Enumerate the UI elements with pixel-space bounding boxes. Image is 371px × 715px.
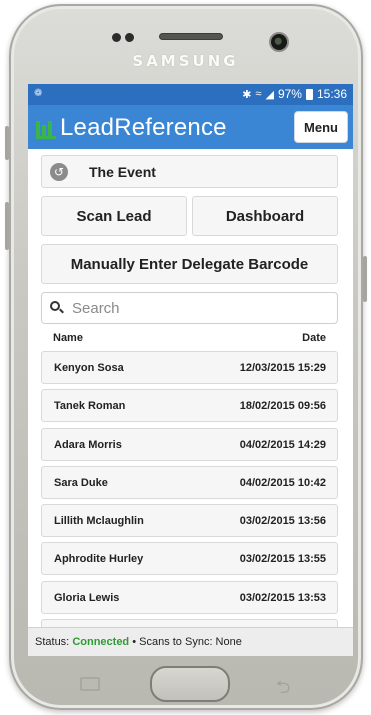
column-header-name: Name [53, 332, 83, 344]
lead-name: Aphrodite Hurley [54, 553, 144, 566]
battery-percent: 97% [277, 87, 302, 101]
lead-date: 18/02/2015 09:56 [239, 400, 326, 413]
logo-icon [36, 117, 56, 139]
list-item[interactable]: Adara Morris 04/02/2015 14:29 [41, 427, 338, 461]
clock: 15:36 [316, 87, 347, 101]
manual-barcode-button[interactable]: Manually Enter Delegate Barcode [41, 244, 338, 284]
lead-date: 03/02/2015 13:56 [239, 515, 326, 528]
search-box[interactable] [41, 292, 338, 324]
list-item[interactable]: Kenyon Sosa 12/03/2015 15:29 [41, 351, 338, 384]
lead-name: Adara Morris [54, 438, 122, 451]
lead-date: 03/02/2015 13:55 [239, 553, 326, 566]
connection-status: Connected [72, 636, 130, 648]
lead-name: Tanek Roman [54, 400, 126, 413]
column-header-date: Date [302, 332, 326, 344]
lead-list: Kenyon Sosa 12/03/2015 15:29 Tanek Roman… [41, 351, 338, 656]
search-input[interactable] [72, 299, 322, 317]
lead-name: Lillith Mclaughlin [54, 515, 144, 528]
status-label: Status: [35, 636, 70, 648]
lead-date: 03/02/2015 13:53 [239, 591, 326, 604]
app-bar: LeadReference Menu [28, 105, 353, 149]
home-button[interactable] [150, 666, 230, 702]
list-item[interactable]: Tanek Roman 18/02/2015 09:56 [41, 389, 338, 423]
device-brand: SAMSUNG [132, 52, 239, 70]
lead-name: Sara Duke [54, 476, 108, 489]
earpiece-speaker [159, 33, 223, 40]
main-content: ↺ The Event Scan Lead Dashboard Manually… [28, 149, 353, 653]
dashboard-button[interactable]: Dashboard [192, 196, 338, 236]
lead-date: 04/02/2015 10:42 [239, 476, 326, 489]
volume-button [5, 126, 9, 160]
list-item[interactable]: Lillith Mclaughlin 03/02/2015 13:56 [41, 504, 338, 538]
event-selector[interactable]: ↺ The Event [41, 155, 338, 188]
power-button [363, 256, 367, 302]
status-bar: ❁ ✱ ≈ ◢ 97% 15:36 [28, 84, 353, 105]
list-item[interactable]: Sara Duke 04/02/2015 10:42 [41, 465, 338, 499]
volume-button [5, 202, 9, 250]
wifi-icon: ≈ [255, 88, 262, 100]
light-sensor [125, 33, 134, 42]
app-title: LeadReference [60, 114, 227, 141]
search-icon [50, 301, 64, 315]
signal-icon: ◢ [265, 88, 274, 101]
front-camera-icon [269, 32, 289, 52]
status-icons: ✱ ≈ ◢ 97% 15:36 [242, 87, 347, 101]
notification-icon: ❁ [34, 88, 43, 99]
lead-name: Gloria Lewis [54, 591, 120, 604]
lead-name: Kenyon Sosa [54, 362, 124, 374]
sync-status: • Scans to Sync: None [132, 636, 242, 648]
status-footer: Status: Connected • Scans to Sync: None [28, 627, 353, 656]
back-arrow-icon[interactable]: ↺ [50, 162, 68, 181]
bluetooth-icon: ✱ [242, 88, 252, 101]
list-item[interactable]: Gloria Lewis 03/02/2015 13:53 [41, 580, 338, 614]
list-item[interactable]: Aphrodite Hurley 03/02/2015 13:55 [41, 542, 338, 576]
lead-date: 12/03/2015 15:29 [239, 362, 326, 374]
event-title: The Event [89, 163, 156, 180]
lead-date: 04/02/2015 14:29 [239, 438, 326, 451]
menu-button[interactable]: Menu [294, 111, 348, 143]
scan-lead-button[interactable]: Scan Lead [41, 196, 187, 236]
battery-icon [305, 88, 313, 100]
back-icon[interactable]: ⮌ [276, 675, 290, 705]
recent-apps-icon[interactable] [80, 677, 100, 691]
screen: ❁ ✱ ≈ ◢ 97% 15:36 LeadReference Menu ↺ T… [28, 84, 353, 656]
proximity-sensor [112, 33, 121, 42]
